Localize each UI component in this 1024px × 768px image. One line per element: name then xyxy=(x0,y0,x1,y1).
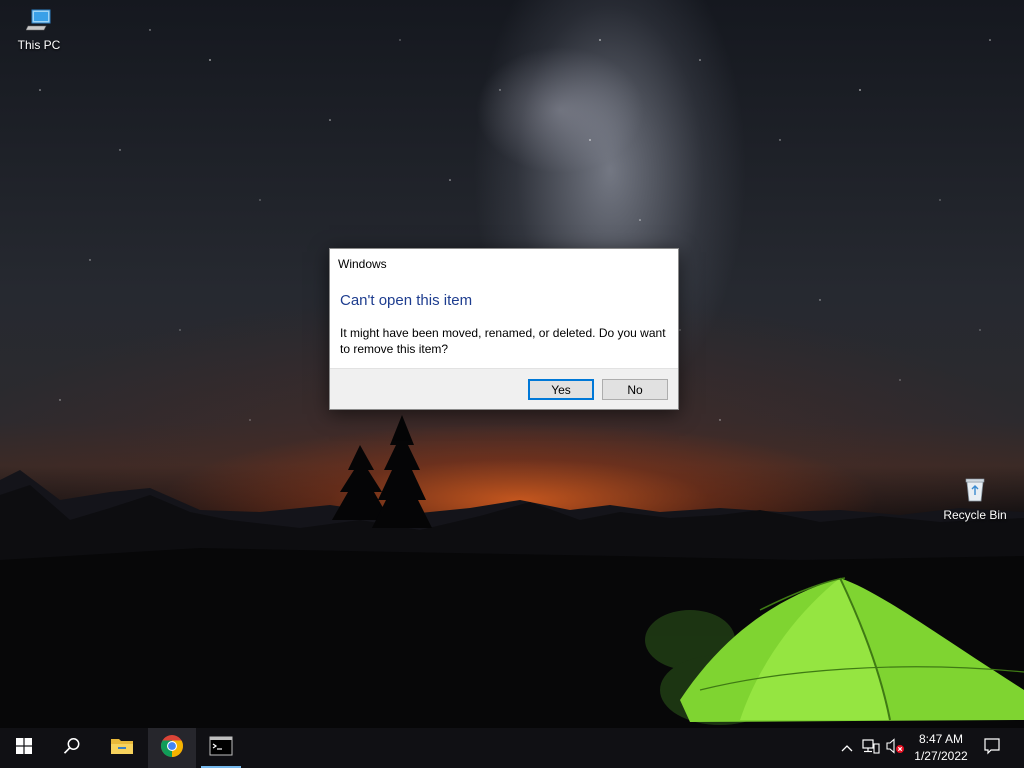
desktop-icon-label: This PC xyxy=(17,38,61,52)
taskbar-clock[interactable]: 8:47 AM 1/27/2022 xyxy=(906,731,976,765)
dialog-heading: Can't open this item xyxy=(340,292,473,309)
desktop-icon-recycle-bin[interactable]: Recycle Bin xyxy=(937,476,1013,522)
taskbar-chrome[interactable] xyxy=(148,728,196,768)
clock-date: 1/27/2022 xyxy=(914,749,968,763)
taskbar-file-explorer[interactable] xyxy=(98,728,146,768)
notification-icon xyxy=(983,737,1001,760)
desktop-icon-label: Recycle Bin xyxy=(943,508,1007,522)
cant-open-item-dialog: Windows Can't open this item It might ha… xyxy=(329,248,679,410)
yes-button[interactable]: Yes xyxy=(528,379,594,400)
windows-logo-icon xyxy=(16,737,32,759)
desktop-icon-this-pc[interactable]: This PC xyxy=(1,8,77,52)
show-hidden-icons-button[interactable] xyxy=(836,728,858,768)
chevron-up-icon xyxy=(841,739,853,757)
network-icon xyxy=(862,738,880,759)
start-button[interactable] xyxy=(0,728,48,768)
taskbar-command-prompt[interactable] xyxy=(197,728,245,768)
dialog-message: It might have been moved, renamed, or de… xyxy=(340,326,666,356)
recycle-bin-icon xyxy=(937,476,1013,505)
terminal-icon xyxy=(209,736,233,761)
taskbar: 8:47 AM 1/27/2022 xyxy=(0,728,1024,768)
action-center-button[interactable] xyxy=(980,728,1004,768)
search-button[interactable] xyxy=(48,728,96,768)
no-button[interactable]: No xyxy=(602,379,668,400)
volume-tray-button[interactable] xyxy=(884,728,906,768)
dialog-caption: Windows xyxy=(338,257,387,271)
search-icon xyxy=(63,737,81,760)
network-tray-button[interactable] xyxy=(860,728,882,768)
this-pc-icon xyxy=(1,8,77,35)
volume-muted-icon xyxy=(885,737,905,759)
chrome-icon xyxy=(160,734,184,763)
folder-icon xyxy=(110,736,134,761)
clock-time: 8:47 AM xyxy=(918,732,964,746)
dialog-button-bar: Yes No xyxy=(330,368,678,409)
